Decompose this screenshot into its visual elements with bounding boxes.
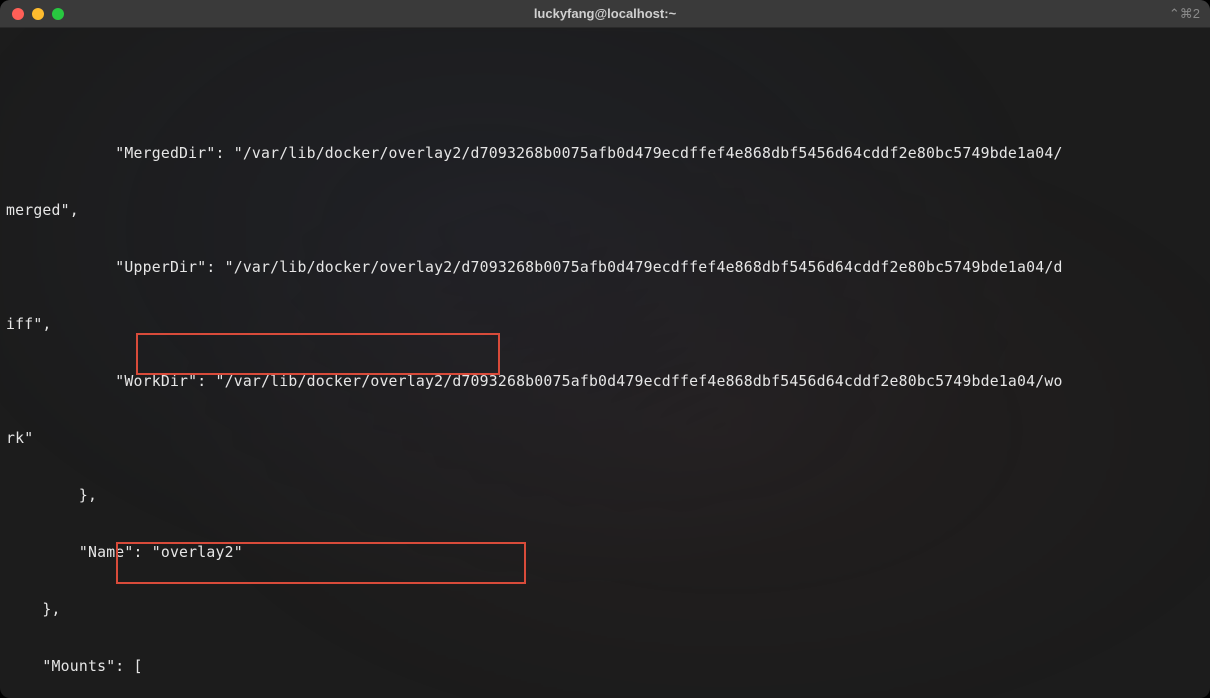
titlebar: luckyfang@localhost:~ ⌃⌘2 — [0, 0, 1210, 28]
output-line: }, — [6, 486, 1204, 505]
window-title: luckyfang@localhost:~ — [0, 4, 1210, 23]
output-line: "Name": "overlay2" — [6, 543, 1204, 562]
terminal-window: luckyfang@localhost:~ ⌃⌘2 "MergedDir": "… — [0, 0, 1210, 698]
output-line: "WorkDir": "/var/lib/docker/overlay2/d70… — [6, 372, 1204, 391]
output-line: "Mounts": [ — [6, 657, 1204, 676]
terminal-output: "MergedDir": "/var/lib/docker/overlay2/d… — [6, 104, 1204, 698]
output-line: }, — [6, 600, 1204, 619]
shortcut-hint: ⌃⌘2 — [1169, 4, 1200, 23]
output-line: merged", — [6, 201, 1204, 220]
output-line: iff", — [6, 315, 1204, 334]
output-line: "UpperDir": "/var/lib/docker/overlay2/d7… — [6, 258, 1204, 277]
output-line: rk" — [6, 429, 1204, 448]
terminal-body[interactable]: "MergedDir": "/var/lib/docker/overlay2/d… — [0, 28, 1210, 698]
output-line: "MergedDir": "/var/lib/docker/overlay2/d… — [6, 144, 1204, 163]
